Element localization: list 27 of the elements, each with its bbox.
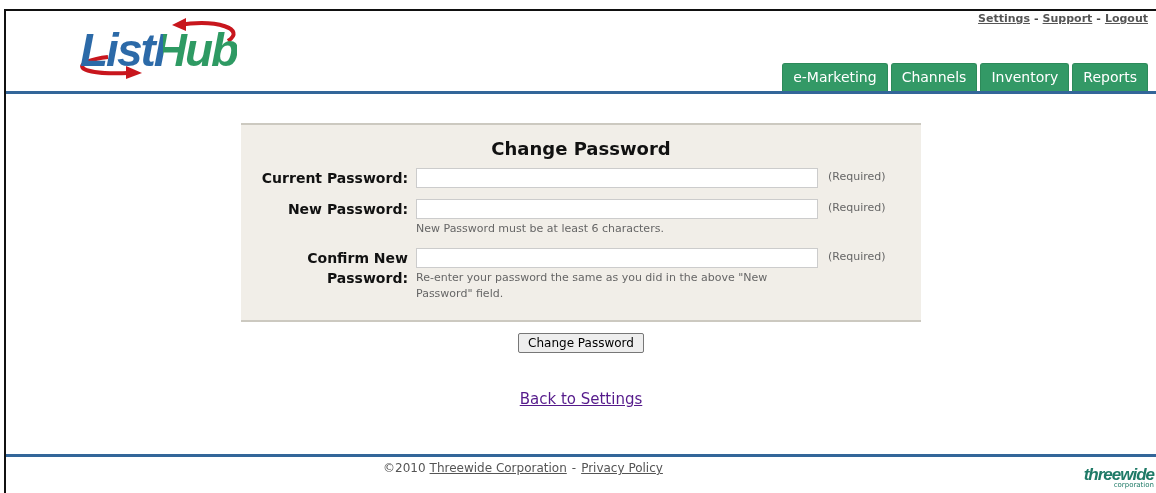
nav-tab[interactable]: Inventory: [980, 63, 1070, 91]
required-note: (Required): [827, 249, 887, 265]
header-link[interactable]: Logout: [1104, 12, 1148, 25]
required-note: (Required): [827, 169, 887, 185]
separator-text: -: [571, 461, 577, 475]
hint-text: Re-enter your password the same as you did in the above "New Password" field.: [416, 270, 769, 302]
copyright-text: ©2010: [383, 461, 426, 475]
field-label: Current Password:: [260, 169, 408, 188]
separator-text: -: [1096, 12, 1101, 25]
nav-tab[interactable]: Channels: [890, 63, 978, 91]
password-field[interactable]: [416, 168, 818, 188]
company-link[interactable]: Threewide Corporation: [429, 461, 567, 475]
form-title: Change Password: [490, 138, 672, 159]
separator-text: -: [1034, 12, 1039, 25]
nav-tab[interactable]: e-Marketing: [782, 63, 888, 91]
hint-text: New Password must be at least 6 characters.: [416, 221, 665, 237]
back-link[interactable]: Back to Settings: [519, 390, 643, 408]
privacy-link[interactable]: Privacy Policy: [581, 461, 663, 475]
password-field[interactable]: [416, 199, 818, 219]
change-password-button[interactable]: Change Password: [518, 333, 644, 353]
password-field[interactable]: [416, 248, 818, 268]
field-label: Confirm New Password:: [306, 249, 408, 288]
header-link[interactable]: Settings: [978, 12, 1030, 25]
required-note: (Required): [827, 200, 887, 216]
header-link[interactable]: Support: [1042, 12, 1093, 25]
nav-tab[interactable]: Reports: [1072, 63, 1148, 91]
field-label: New Password:: [286, 200, 408, 219]
